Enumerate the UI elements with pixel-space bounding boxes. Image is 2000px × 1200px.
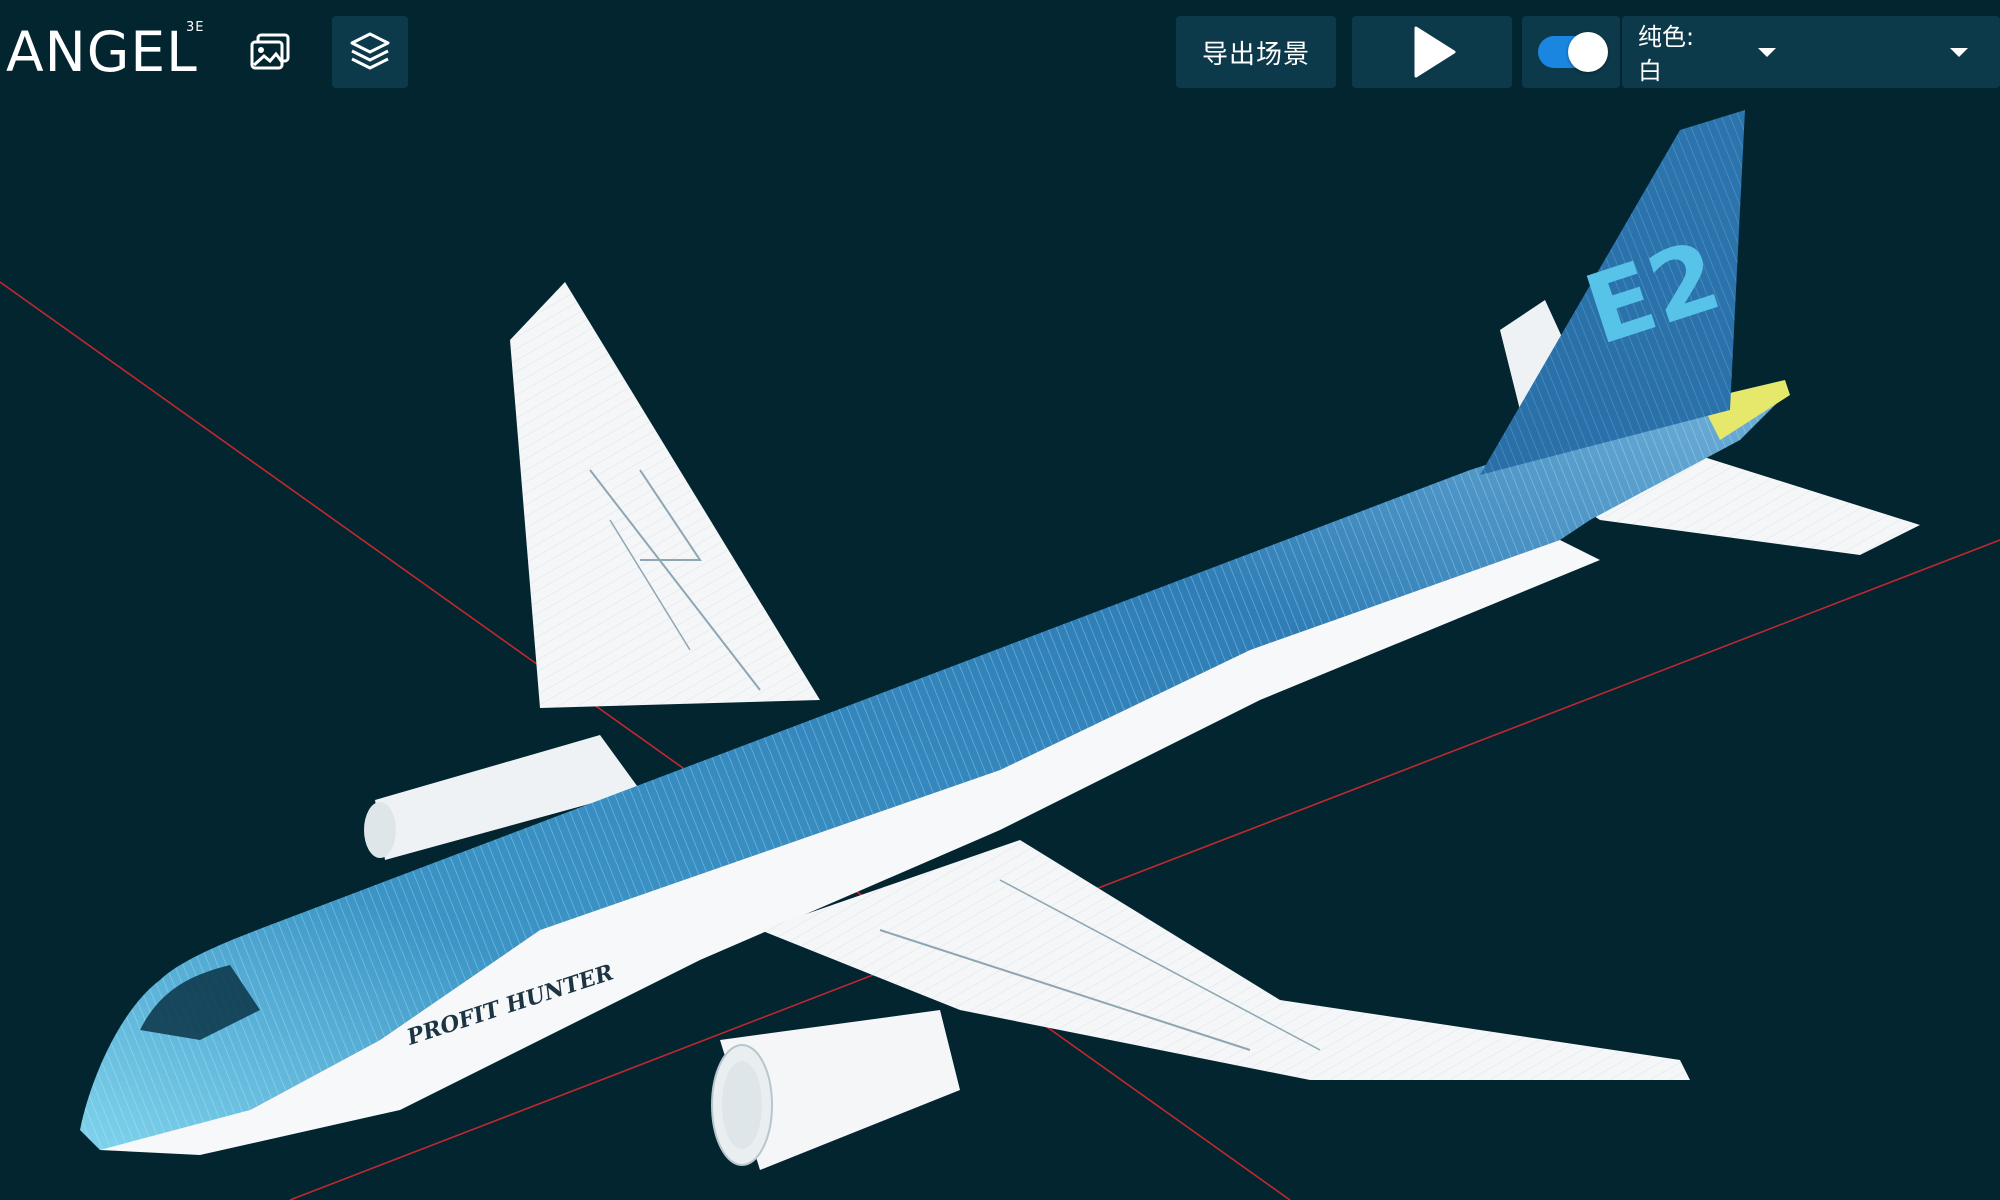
solid-color-select[interactable]: 纯色: 白 — [1622, 16, 2000, 88]
color-select-label: 纯色: — [1638, 23, 1695, 51]
left-wing — [510, 282, 820, 708]
play-icon — [1414, 26, 1456, 78]
export-scene-button[interactable]: 导出场景 — [1176, 16, 1336, 88]
toggle-container — [1522, 16, 1620, 88]
3d-viewport[interactable]: PROFIT HUNTER E2 ANGEL 3E 导出场景 纯色: 白 — [0, 0, 2000, 1200]
chevron-down-icon[interactable] — [1758, 48, 1776, 57]
right-engine — [711, 1010, 960, 1170]
chevron-down-icon[interactable] — [1950, 48, 1968, 57]
top-toolbar: ANGEL 3E 导出场景 纯色: 白 — [0, 0, 2000, 92]
app-logo-superscript: 3E — [186, 20, 205, 35]
play-button[interactable] — [1352, 16, 1512, 88]
toggle-knob — [1568, 32, 1608, 72]
scene-canvas[interactable]: PROFIT HUNTER E2 — [0, 0, 2000, 1200]
image-gallery-icon — [250, 33, 290, 70]
color-select-value: 白 — [1638, 57, 1662, 85]
layers-button[interactable] — [332, 16, 408, 88]
app-logo: ANGEL — [6, 20, 198, 84]
layers-icon — [350, 32, 390, 70]
display-toggle[interactable] — [1538, 32, 1608, 72]
gallery-button[interactable] — [232, 16, 308, 88]
